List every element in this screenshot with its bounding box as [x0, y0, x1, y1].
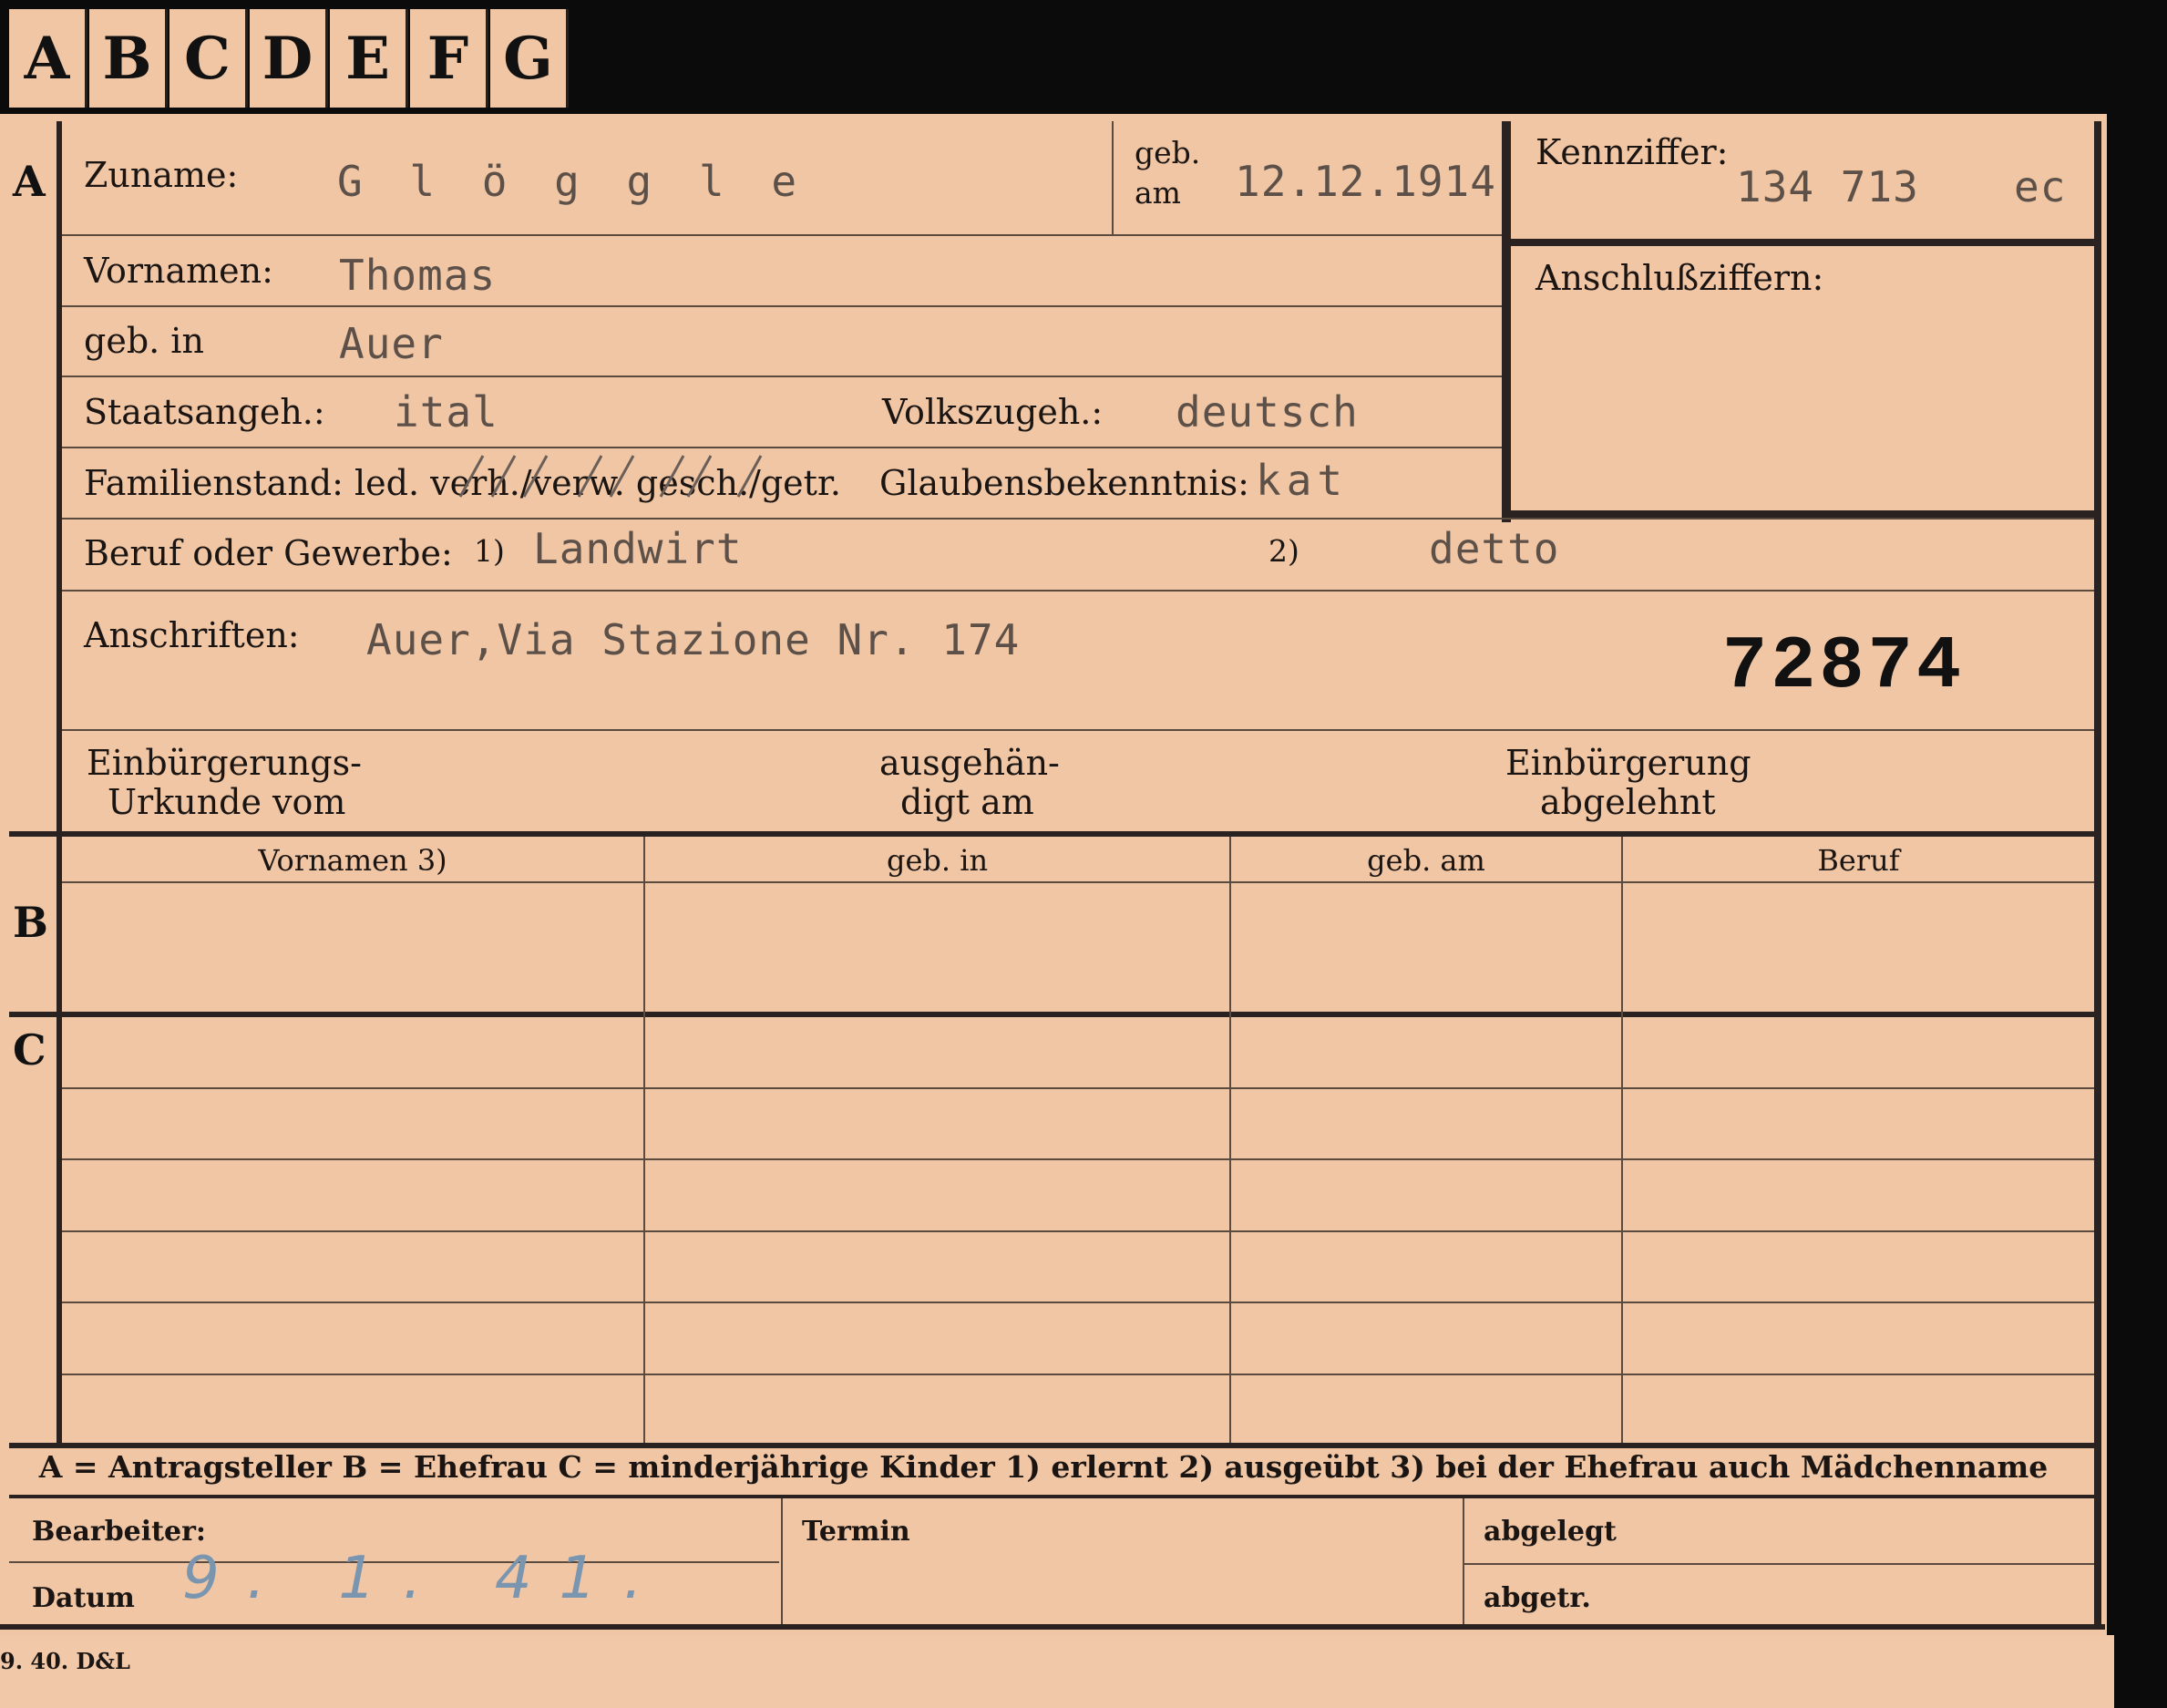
handwritten-datum: 9. 1. 41.	[182, 1545, 670, 1612]
left-margin-rule	[56, 121, 62, 1443]
row-rule	[62, 518, 2094, 520]
legend-top-rule	[9, 1443, 2096, 1448]
card-bottom-edge	[0, 1635, 2114, 1708]
section-b-rule	[9, 831, 2096, 837]
row-rule	[62, 376, 1502, 377]
section-a-marker: A	[13, 157, 46, 206]
value-anschrift: Auer,Via Stazione Nr. 174	[366, 615, 1021, 664]
label-kennziffer: Kennziffer:	[1535, 132, 1729, 172]
tab-g: G	[490, 9, 569, 108]
table-col-rule	[1621, 837, 1623, 1443]
label-abgetr: abgetr.	[1484, 1582, 1591, 1614]
table-header-beruf: Beruf	[1817, 843, 1900, 878]
footer-bottom-rule	[0, 1624, 2105, 1630]
row-rule	[62, 590, 2094, 592]
footer-col-rule	[1463, 1498, 1464, 1624]
value-staatsangeh: ital	[394, 387, 498, 437]
table-header-geb-am: geb. am	[1367, 843, 1485, 878]
section-c-rule	[9, 1012, 2096, 1017]
value-volkszugeh: deutsch	[1176, 387, 1359, 437]
label-bearbeiter: Bearbeiter:	[32, 1516, 206, 1548]
tab-f: F	[410, 9, 488, 108]
table-header-geb-in: geb. in	[886, 843, 989, 878]
legend: A = Antragsteller B = Ehefrau C = minder…	[38, 1449, 2049, 1485]
value-zuname: G l ö g g l e	[337, 157, 808, 206]
table-row-rule	[62, 1087, 2094, 1089]
geb-am-divider	[1112, 121, 1114, 234]
kennziffer-box-divider	[1502, 239, 2094, 246]
table-col-rule	[1229, 837, 1231, 1443]
label-geb-in: geb. in	[84, 321, 204, 361]
label-einb-abgelehnt-2: abgelehnt	[1540, 782, 1716, 822]
label-geb-am-1: geb.	[1135, 135, 1201, 170]
tab-b: B	[89, 9, 168, 108]
kennziffer-box-left	[1502, 121, 1511, 522]
tab-a: A	[9, 9, 87, 108]
label-beruf: Beruf oder Gewerbe:	[84, 533, 453, 573]
row-rule	[62, 234, 1502, 236]
value-geb-in: Auer	[339, 319, 444, 368]
table-col-rule	[643, 837, 645, 1443]
value-glaubensbekenntnis: kat	[1256, 456, 1349, 505]
label-geb-am-2: am	[1135, 175, 1181, 211]
form-card	[0, 114, 2107, 1644]
label-einb-urkunde-1: Einbürgerungs-	[87, 743, 362, 783]
label-abgelegt: abgelegt	[1484, 1516, 1617, 1548]
table-row-rule	[62, 1374, 2094, 1375]
row-rule	[62, 305, 1502, 307]
row-rule	[62, 447, 1502, 448]
section-c-marker: C	[13, 1025, 46, 1075]
label-ausgehaendigt-2: digt am	[900, 782, 1034, 822]
label-termin: Termin	[802, 1516, 910, 1548]
label-datum: Datum	[32, 1582, 135, 1614]
familienstand-strikeouts	[458, 455, 763, 498]
tab-d: D	[250, 9, 328, 108]
label-glaubensbekenntnis: Glaubensbekenntnis:	[879, 463, 1249, 503]
footer-col-rule	[781, 1498, 783, 1624]
row-rule	[62, 729, 2094, 731]
stamp-number: 72874	[1722, 624, 1966, 709]
label-anschlussziffern: Anschlußziffern:	[1535, 258, 1824, 298]
table-row-rule	[62, 1302, 2094, 1303]
print-mark: 9. 40. D&L	[0, 1648, 130, 1674]
label-einb-abgelehnt-1: Einbürgerung	[1505, 743, 1751, 783]
label-zuname: Zuname:	[84, 155, 239, 195]
right-border	[2094, 121, 2101, 1630]
label-ausgehaendigt-1: ausgehän-	[879, 743, 1060, 783]
label-vornamen: Vornamen:	[84, 251, 273, 291]
table-row-rule	[62, 1158, 2094, 1160]
tab-c: C	[169, 9, 248, 108]
section-b-marker: B	[13, 898, 48, 947]
value-beruf-erlernt: Landwirt	[533, 524, 743, 573]
label-anschriften: Anschriften:	[84, 615, 300, 655]
value-kennziffer: 134 713	[1736, 162, 1919, 211]
value-kennziffer-suffix: ec	[2014, 162, 2067, 211]
table-header-vornamen: Vornamen 3)	[258, 843, 447, 878]
value-geb-am: 12.12.1914	[1235, 157, 1496, 206]
footer-rule	[1463, 1563, 2094, 1565]
label-staatsangeh: Staatsangeh.:	[84, 392, 325, 432]
letter-tabs: A B C D E F G	[9, 9, 574, 117]
label-beruf-fn1: 1)	[474, 533, 505, 569]
footer-top-rule	[9, 1495, 2096, 1498]
label-volkszugeh: Volkszugeh.:	[882, 392, 1104, 432]
table-header-rule	[62, 881, 2094, 883]
value-vornamen: Thomas	[339, 251, 497, 300]
value-beruf-ausgeuebt: detto	[1429, 524, 1560, 573]
table-row-rule	[62, 1230, 2094, 1232]
tab-e: E	[330, 9, 408, 108]
label-beruf-fn2: 2)	[1268, 533, 1299, 569]
label-einb-urkunde-2: Urkunde vom	[108, 782, 346, 822]
